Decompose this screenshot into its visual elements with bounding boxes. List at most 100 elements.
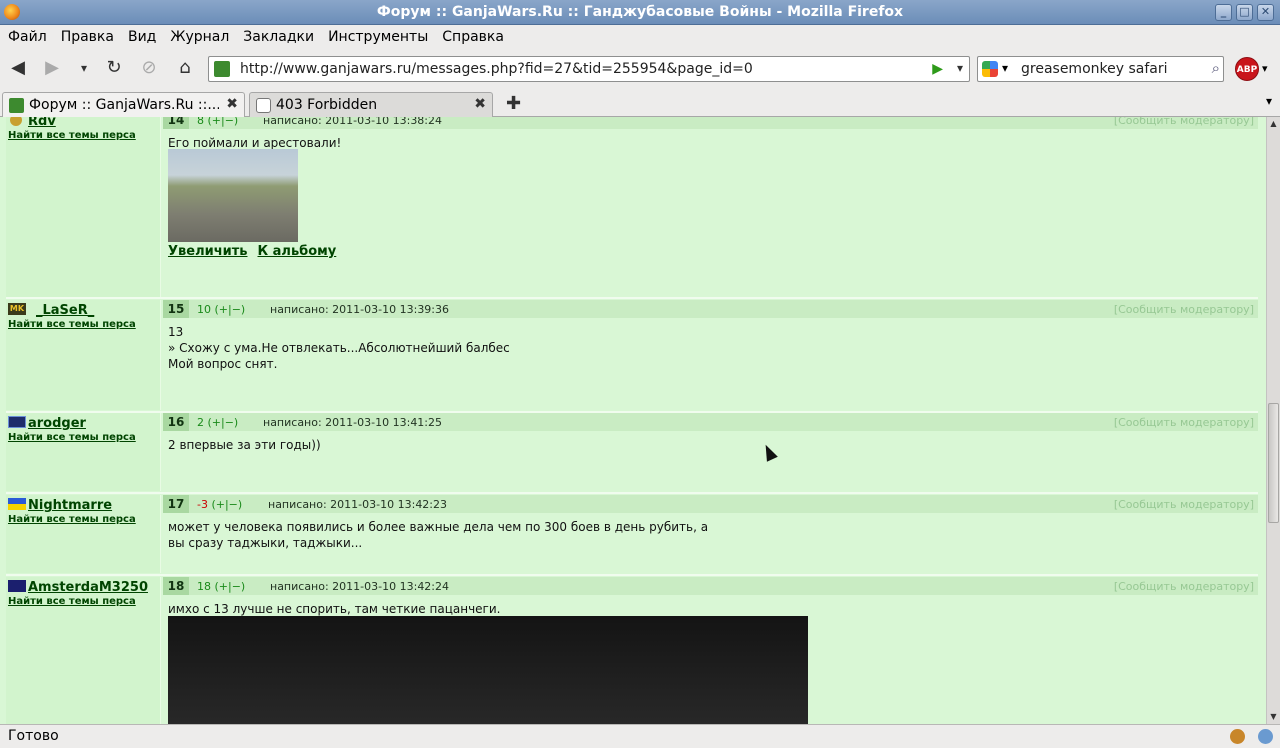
author-panel: Nightmarre Найти все темы перса	[6, 495, 161, 573]
author-nick[interactable]: Nightmarre	[28, 498, 112, 513]
go-icon[interactable]: ▶	[932, 61, 943, 77]
google-icon[interactable]	[982, 61, 998, 77]
menu-bar: Файл Правка Вид Журнал Закладки Инструме…	[0, 25, 1280, 49]
find-all-topics-link[interactable]: Найти все темы перса	[8, 319, 136, 330]
report-moderator-link[interactable]: [Сообщить модератору]	[1114, 416, 1254, 429]
adblock-plus-icon[interactable]: ABP	[1235, 57, 1259, 81]
post-number: 18	[163, 577, 189, 595]
adblock-dropdown-icon[interactable]: ▾	[1262, 62, 1268, 75]
report-moderator-link[interactable]: [Сообщить модератору]	[1114, 117, 1254, 127]
report-moderator-link[interactable]: [Сообщить модератору]	[1114, 303, 1254, 316]
post-number: 17	[163, 495, 189, 513]
report-moderator-link[interactable]: [Сообщить модератору]	[1114, 580, 1254, 593]
forum-post: MK _LaSeR_ Найти все темы перса 15 10 (+…	[0, 300, 1266, 410]
post-header: 15 10 (+|−) написано: 2011-03-10 13:39:3…	[163, 300, 1258, 318]
enlarge-link[interactable]: Увеличить	[168, 244, 248, 259]
post-body: 2 впервые за эти годы))	[168, 437, 1256, 453]
navigation-toolbar: ◀ ▶ ▾ ↻ ⊘ ⌂ http://www.ganjawars.ru/mess…	[0, 49, 1280, 89]
menu-view[interactable]: Вид	[121, 29, 163, 45]
site-favicon-icon	[9, 98, 24, 113]
post-rating[interactable]: 8 (+|−)	[197, 117, 238, 127]
post-text: вы сразу таджыки, таджыки...	[168, 536, 363, 550]
search-bar[interactable]: ▾ greasemonkey safari ⌕	[977, 56, 1224, 82]
tab-forum[interactable]: Форум :: GanjaWars.Ru ::... ✖	[2, 92, 245, 118]
forward-icon[interactable]: ▶	[40, 57, 64, 81]
post-text: имхо с 13 лучше не спорить, там четкие п…	[168, 602, 501, 616]
page-content: Rdv Найти все темы перса 14 8 (+|−) напи…	[0, 117, 1266, 724]
status-text: Готово	[8, 728, 59, 744]
post-rating[interactable]: 10 (+|−)	[197, 303, 245, 316]
new-tab-icon[interactable]: ✚	[506, 93, 521, 114]
post-rating[interactable]: -3 (+|−)	[197, 498, 242, 511]
menu-help[interactable]: Справка	[435, 29, 511, 45]
post-body: Его поймали и арестовали!	[168, 135, 1256, 151]
author-panel: arodger Найти все темы перса	[6, 413, 161, 491]
search-input[interactable]: greasemonkey safari	[1021, 61, 1168, 77]
reload-icon[interactable]: ↻	[102, 57, 126, 81]
post-date: написано: 2011-03-10 13:42:23	[268, 498, 448, 511]
find-all-topics-link[interactable]: Найти все темы перса	[8, 432, 136, 443]
search-engine-dropdown-icon[interactable]: ▾	[1002, 61, 1008, 75]
clan-icon	[8, 580, 26, 592]
minimize-button[interactable]: _	[1215, 4, 1232, 21]
url-text[interactable]: http://www.ganjawars.ru/messages.php?fid…	[240, 61, 753, 77]
album-link[interactable]: К альбому	[258, 244, 337, 259]
menu-bookmarks[interactable]: Закладки	[236, 29, 321, 45]
scrollbar-thumb[interactable]	[1268, 403, 1279, 523]
author-nick[interactable]: _LaSeR_	[36, 303, 94, 318]
post-date: написано: 2011-03-10 13:38:24	[263, 117, 443, 127]
author-nick[interactable]: AmsterdaM3250	[28, 580, 148, 595]
post-date: написано: 2011-03-10 13:42:24	[270, 580, 450, 593]
maximize-button[interactable]: □	[1236, 4, 1253, 21]
group-photo-image[interactable]	[168, 616, 808, 724]
page-icon	[256, 98, 271, 113]
post-separator	[6, 492, 1258, 494]
find-all-topics-link[interactable]: Найти все темы перса	[8, 130, 136, 141]
vertical-scrollbar[interactable]: ▲ ▼	[1266, 117, 1280, 724]
post-header: 17 -3 (+|−) написано: 2011-03-10 13:42:2…	[163, 495, 1258, 513]
network-status-icon[interactable]	[1258, 729, 1273, 744]
find-all-topics-link[interactable]: Найти все темы перса	[8, 596, 136, 607]
search-icon[interactable]: ⌕	[1212, 59, 1220, 77]
post-rating[interactable]: 18 (+|−)	[197, 580, 245, 593]
scroll-down-icon[interactable]: ▼	[1267, 710, 1280, 724]
menu-edit[interactable]: Правка	[54, 29, 121, 45]
post-body: имхо с 13 лучше не спорить, там четкие п…	[168, 601, 1256, 617]
find-all-topics-link[interactable]: Найти все темы перса	[8, 514, 136, 525]
scroll-up-icon[interactable]: ▲	[1267, 117, 1280, 131]
post-text: Мой вопрос снят.	[168, 357, 278, 371]
post-text: 2 впервые за эти годы))	[168, 438, 321, 452]
clan-icon	[8, 416, 26, 428]
post-header: 14 8 (+|−) написано: 2011-03-10 13:38:24…	[163, 117, 1258, 129]
tab-403-forbidden[interactable]: 403 Forbidden ✖	[249, 92, 493, 117]
tab-list-icon[interactable]: ▾	[1266, 94, 1272, 108]
menu-history[interactable]: Журнал	[163, 29, 236, 45]
post-date: написано: 2011-03-10 13:39:36	[270, 303, 450, 316]
clan-icon: MK	[8, 303, 26, 315]
post-rating[interactable]: 2 (+|−)	[197, 416, 238, 429]
firefox-icon	[4, 4, 20, 20]
url-dropdown-icon[interactable]: ▾	[957, 61, 963, 75]
close-window-button[interactable]: ✕	[1257, 4, 1274, 21]
post-header: 18 18 (+|−) написано: 2011-03-10 13:42:2…	[163, 577, 1258, 595]
url-bar[interactable]: http://www.ganjawars.ru/messages.php?fid…	[208, 56, 970, 82]
greasemonkey-icon[interactable]	[1230, 729, 1245, 744]
author-nick[interactable]: Rdv	[28, 117, 56, 129]
report-moderator-link[interactable]: [Сообщить модератору]	[1114, 498, 1254, 511]
tab-label: Форум :: GanjaWars.Ru ::...	[29, 97, 219, 113]
stop-icon[interactable]: ⊘	[137, 57, 161, 81]
forum-post: arodger Найти все темы перса 16 2 (+|−) …	[0, 413, 1266, 491]
post-text: может у человека появились и более важны…	[168, 520, 709, 534]
back-icon[interactable]: ◀	[6, 57, 30, 81]
menu-file[interactable]: Файл	[1, 29, 54, 45]
close-tab-icon[interactable]: ✖	[226, 96, 238, 112]
home-icon[interactable]: ⌂	[173, 57, 197, 81]
close-tab-icon[interactable]: ✖	[474, 96, 486, 112]
post-separator	[6, 574, 1258, 576]
window-titlebar: Форум :: GanjaWars.Ru :: Ганджубасовые В…	[0, 0, 1280, 25]
author-nick[interactable]: arodger	[28, 416, 86, 431]
post-number: 14	[163, 117, 189, 129]
history-dropdown-icon[interactable]: ▾	[72, 57, 96, 81]
snake-photo-image[interactable]	[168, 149, 298, 242]
menu-tools[interactable]: Инструменты	[321, 29, 435, 45]
